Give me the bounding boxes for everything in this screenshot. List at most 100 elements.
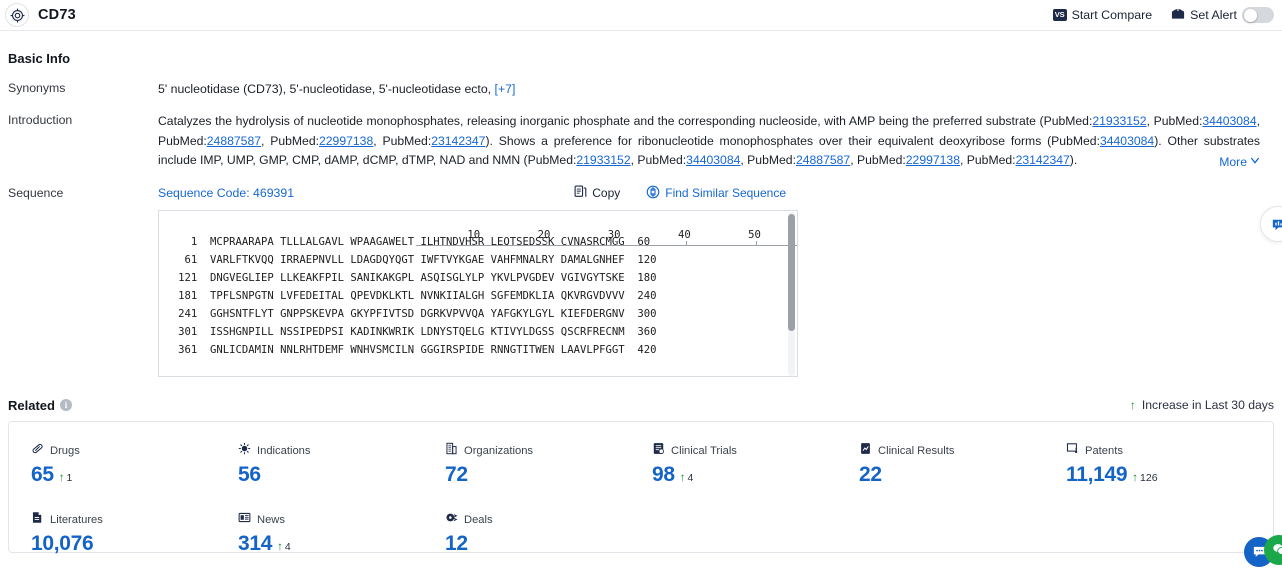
stat-card-clinical-results[interactable]: Clinical Results 22 [859, 442, 1066, 487]
find-similar-sequence-button[interactable]: Find Similar Sequence [646, 185, 786, 202]
stat-value-row: 65 ↑ 1 [31, 463, 238, 487]
find-similar-label: Find Similar Sequence [665, 186, 786, 201]
stat-header: Indications [238, 442, 445, 460]
set-alert-button[interactable]: Set Alert [1171, 6, 1274, 23]
page-title: CD73 [38, 7, 76, 23]
stat-delta: ↑ 4 [680, 472, 694, 484]
pubmed-link[interactable]: 21933152 [1092, 114, 1146, 128]
stat-value-row: 11,149 ↑ 126 [1066, 463, 1273, 487]
introduction-more-wrap: More [158, 153, 1260, 171]
sequence-row: Sequence Sequence Code: 469391 Copy Find… [8, 185, 1274, 377]
related-header: Related i ↑ Increase in Last 30 days [8, 398, 1274, 413]
stat-delta-value: 4 [687, 471, 694, 484]
sequence-line: 121 DNGVEGLIEP LLKEAKFPIL SANIKAKGPL ASQ… [159, 271, 657, 284]
sequence-scrollbar[interactable] [788, 211, 795, 376]
stat-label: Clinical Results [878, 444, 955, 457]
start-compare-label: Start Compare [1071, 8, 1153, 22]
sequence-code[interactable]: Sequence Code: 469391 [158, 186, 294, 200]
set-alert-label: Set Alert [1190, 8, 1237, 22]
stat-value-row: 72 [445, 463, 652, 487]
copy-icon [574, 185, 587, 201]
stat-value: 65 [31, 462, 54, 486]
stat-value-row: 12 [445, 532, 652, 556]
stat-header: Drugs [31, 442, 238, 460]
info-icon[interactable]: i [59, 399, 72, 412]
stat-card-news[interactable]: News 314 ↑ 4 [238, 511, 445, 556]
sequence-scrollbar-thumb[interactable] [788, 213, 795, 331]
stat-value-row: 98 ↑ 4 [652, 463, 859, 487]
related-legend-label: Increase in Last 30 days [1141, 398, 1274, 413]
stat-card-deals[interactable]: Deals 12 [445, 511, 652, 556]
basic-info-title: Basic Info [8, 51, 71, 66]
stat-value: 72 [445, 462, 468, 486]
stat-card-indications[interactable]: Indications 56 [238, 442, 445, 487]
stat-value-row: 22 [859, 463, 1066, 487]
wechat-icon [1272, 544, 1282, 556]
sequence-tools: Copy Find Similar Sequence [574, 185, 1274, 202]
stat-value: 12 [445, 531, 468, 555]
stat-card-clinical-trials[interactable]: Clinical Trials 98 ↑ 4 [652, 442, 859, 487]
stat-header: Clinical Results [859, 442, 1066, 460]
ruler-tick-label: 20 [537, 228, 551, 241]
stat-header: Literatures [31, 511, 238, 529]
stat-value-row: 56 [238, 463, 445, 487]
building-icon [445, 442, 458, 460]
stat-value: 22 [859, 462, 882, 486]
stat-card-literatures[interactable]: Literatures 10,076 [31, 511, 238, 556]
sequence-viewer[interactable]: 10 20 30 40 50 1 MCPRAARAPA TLLLALGAVL WPAAG… [158, 209, 798, 377]
pubmed-link[interactable]: 23142347 [431, 134, 485, 148]
stat-value-row: 10,076 [31, 532, 238, 556]
synonyms-more-link[interactable]: [+7] [495, 82, 516, 96]
header-actions: VS Start Compare Set Alert [1052, 6, 1276, 23]
stat-label: Patents [1085, 444, 1123, 457]
page-content: Basic Info Synonyms 5' nucleotidase (CD7… [0, 51, 1282, 567]
start-compare-button[interactable]: VS Start Compare [1052, 8, 1153, 22]
pubmed-link[interactable]: 34403084 [1100, 134, 1154, 148]
stat-header: Organizations [445, 442, 652, 460]
clinical-result-icon [859, 442, 872, 460]
up-arrow-icon: ↑ [58, 471, 65, 484]
synonyms-text: 5' nucleotidase (CD73), 5'-nucleotidase,… [158, 82, 492, 96]
alert-mail-icon [1171, 6, 1185, 23]
virus-icon [238, 442, 251, 460]
pubmed-link[interactable]: 34403084 [1202, 114, 1256, 128]
stat-value: 11,149 [1066, 462, 1128, 486]
stat-delta-value: 1 [66, 471, 73, 484]
introduction-row: Introduction Catalyzes the hydrolysis of… [8, 112, 1274, 171]
toggle-knob [1244, 8, 1257, 22]
stat-label: Indications [257, 444, 311, 457]
stat-card-organizations[interactable]: Organizations 72 [445, 442, 652, 487]
pubmed-link[interactable]: 24887587 [207, 134, 261, 148]
introduction-more-button[interactable]: More [1219, 155, 1260, 169]
stat-header: Clinical Trials [652, 442, 859, 460]
stat-label: Clinical Trials [671, 444, 737, 457]
stat-value-row: 314 ↑ 4 [238, 532, 445, 556]
clinical-trial-icon [652, 442, 665, 460]
stat-label: Drugs [50, 444, 80, 457]
pubmed-link[interactable]: 22997138 [319, 134, 373, 148]
patent-icon [1066, 442, 1079, 460]
stat-header: Patents [1066, 442, 1273, 460]
related-stat-grid: Drugs 65 ↑ 1 Indications 56 Organizations 72 Cli… [9, 442, 1273, 556]
sequence-line: 241 GGHSNTFLYT GNPPSKEVPA GKYPFIVTSD DGR… [159, 307, 657, 320]
stat-delta-value: 4 [284, 540, 291, 553]
copy-label: Copy [592, 186, 621, 201]
stat-label: Literatures [50, 513, 103, 526]
stat-card-drugs[interactable]: Drugs 65 ↑ 1 [31, 442, 238, 487]
related-card: Drugs 65 ↑ 1 Indications 56 Organizations 72 Cli… [8, 420, 1274, 556]
vs-badge-icon: VS [1052, 9, 1067, 21]
stat-value: 98 [652, 462, 675, 486]
ruler-tick [475, 240, 477, 246]
stat-label: News [257, 513, 285, 526]
news-icon [238, 511, 251, 529]
copy-sequence-button[interactable]: Copy [574, 185, 620, 201]
stat-header: News [238, 511, 445, 529]
stat-card-patents[interactable]: Patents 11,149 ↑ 126 [1066, 442, 1273, 487]
synonyms-row: Synonyms 5' nucleotidase (CD73), 5'-nucl… [8, 80, 1274, 98]
stat-delta-value: 126 [1140, 471, 1158, 484]
introduction-label: Introduction [8, 113, 73, 127]
set-alert-toggle[interactable] [1242, 7, 1274, 23]
ruler-tick-label: 10 [467, 228, 481, 241]
stat-value: 314 [238, 531, 273, 555]
synonyms-label: Synonyms [8, 81, 66, 95]
